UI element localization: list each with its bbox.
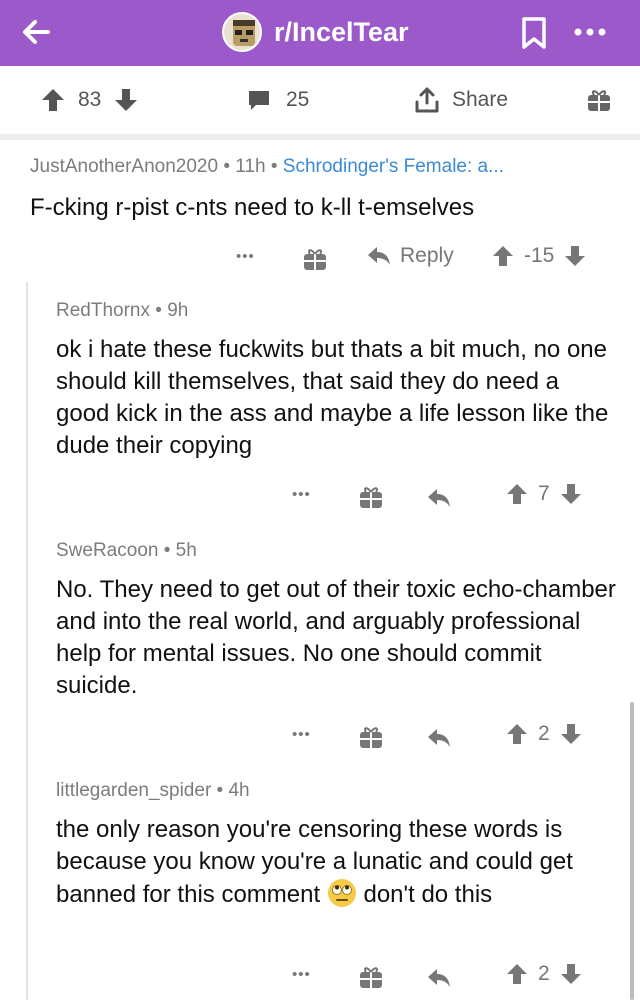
gift-icon[interactable] [358, 481, 384, 513]
comment-body: F-cking r-pist c-nts need to k-ll t-emse… [30, 194, 475, 221]
comment-author[interactable]: JustAnotherAnon2020 [30, 156, 218, 177]
comment-actions: ••• 2 [0, 718, 640, 750]
post-award-button[interactable] [586, 86, 612, 114]
upvote-icon[interactable] [40, 87, 66, 113]
post-action-bar: 83 25 Share [0, 66, 640, 134]
meta-separator: • [155, 300, 162, 321]
meta-separator: • [270, 156, 278, 177]
downvote-icon[interactable] [560, 962, 582, 986]
downvote-icon[interactable] [113, 87, 139, 113]
downvote-icon[interactable] [560, 482, 582, 506]
comment-meta: SweRacoon • 5h [56, 540, 616, 562]
downvote-icon[interactable] [560, 722, 582, 746]
comment: littlegarden_spider • 4h the only reason… [56, 780, 616, 911]
comment-actions: ••• 7 [0, 478, 640, 510]
post-share-button[interactable]: Share [414, 86, 508, 114]
more-horizontal-icon[interactable] [570, 18, 610, 46]
comment: SweRacoon • 5h No. They need to get out … [56, 540, 616, 702]
gift-icon[interactable] [302, 243, 328, 275]
comment-body: ok i hate these fuckwits but thats a bit… [56, 336, 609, 459]
comment-author[interactable]: littlegarden_spider [56, 780, 211, 801]
comment-score: 7 [538, 482, 550, 505]
app-bar: r/IncelTear [0, 0, 640, 66]
reply-icon [368, 247, 390, 265]
subreddit-header[interactable]: r/IncelTear [222, 10, 409, 54]
gift-icon[interactable] [358, 961, 384, 993]
post-vote-group: 83 [40, 86, 139, 114]
gift-icon [588, 90, 610, 111]
upvote-icon[interactable] [506, 722, 528, 746]
reply-icon[interactable] [426, 482, 452, 514]
gift-icon[interactable] [358, 721, 384, 753]
more-options-button[interactable]: ••• [292, 958, 311, 990]
share-label: Share [452, 88, 509, 111]
reply-icon[interactable] [426, 722, 452, 754]
upvote-icon[interactable] [492, 244, 514, 268]
comment-score: 2 [538, 962, 550, 985]
post-comments-button[interactable]: 25 [246, 86, 309, 114]
bookmark-icon[interactable] [520, 16, 548, 50]
comment-body-text: the only reason you're censoring these w… [56, 816, 573, 908]
comment: JustAnotherAnon2020 • 11h • Schrodinger'… [30, 156, 620, 224]
share-icon [415, 87, 439, 113]
reply-button[interactable]: Reply [366, 240, 454, 272]
comment-age: 11h [235, 156, 266, 177]
meta-separator: • [216, 780, 224, 801]
comment-age: 9h [167, 300, 189, 321]
comment-icon [249, 91, 269, 110]
comment-body: the only reason you're censoring these w… [56, 814, 616, 911]
eye-roll-emoji-icon [327, 879, 356, 907]
more-options-button[interactable]: ••• [292, 478, 311, 510]
reply-label: Reply [400, 244, 454, 267]
comment-vote-group: 2 [506, 718, 582, 750]
comment-actions: ••• Reply -15 [0, 240, 640, 272]
section-divider [0, 134, 640, 140]
meta-separator: • [223, 156, 230, 177]
comment-meta: RedThornx • 9h [56, 300, 616, 322]
subreddit-avatar [222, 12, 262, 52]
comment-score: -15 [524, 244, 555, 267]
comment-author[interactable]: RedThornx [56, 300, 150, 321]
comment-body: No. They need to get out of their toxic … [56, 576, 616, 699]
comment-age: 4h [228, 780, 250, 801]
comment-author[interactable]: SweRacoon [56, 540, 158, 561]
comment-vote-group: -15 [492, 240, 586, 272]
upvote-icon[interactable] [506, 482, 528, 506]
comment-vote-group: 2 [506, 958, 582, 990]
comment-score: 2 [538, 722, 550, 745]
comment-meta: JustAnotherAnon2020 • 11h • Schrodinger'… [30, 156, 620, 178]
comment-body-text-end: don't do this [363, 881, 493, 908]
reply-icon[interactable] [426, 962, 452, 994]
more-options-button[interactable]: ••• [292, 718, 311, 750]
upvote-icon[interactable] [506, 962, 528, 986]
thread-line[interactable] [26, 282, 28, 1000]
user-flair[interactable]: Schrodinger's Female: a... [283, 156, 504, 177]
scrollbar[interactable] [630, 702, 634, 1000]
subreddit-title: r/IncelTear [274, 16, 409, 47]
comment-vote-group: 7 [506, 478, 582, 510]
subreddit-avatar-icon [233, 20, 255, 46]
more-options-button[interactable]: ••• [236, 240, 255, 272]
arrow-left-icon[interactable] [18, 14, 54, 50]
downvote-icon[interactable] [564, 244, 586, 268]
post-comment-count: 25 [286, 88, 310, 111]
meta-separator: • [163, 540, 171, 561]
comment: RedThornx • 9h ok i hate these fuckwits … [56, 300, 616, 462]
comment-actions: ••• 2 [0, 958, 640, 990]
post-score: 83 [78, 88, 102, 111]
comment-age: 5h [175, 540, 197, 561]
comment-meta: littlegarden_spider • 4h [56, 780, 616, 802]
